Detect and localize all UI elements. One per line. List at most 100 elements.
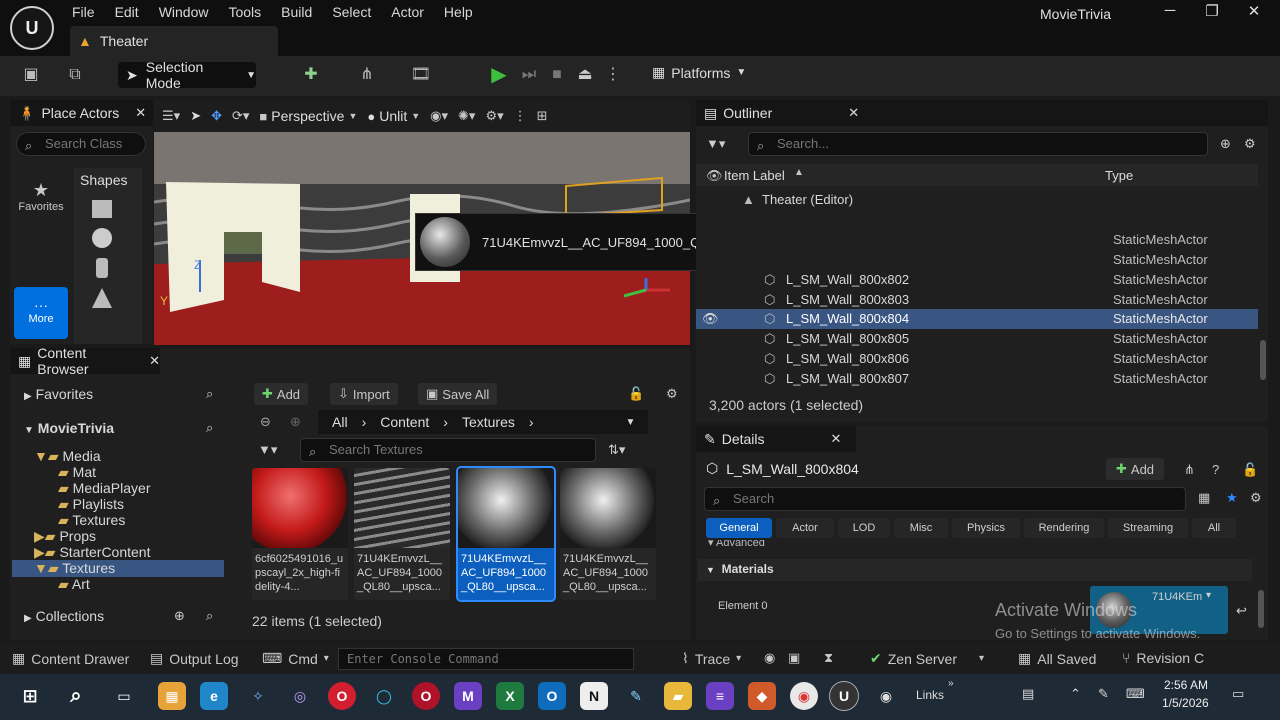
section-advanced[interactable]: ▾ Advanced bbox=[708, 540, 765, 550]
app-icon[interactable]: ✧ bbox=[244, 682, 272, 710]
close-tab-icon[interactable]: ✕ bbox=[831, 431, 842, 447]
show-flags-icon[interactable]: ◉▾ bbox=[430, 108, 448, 124]
add-button[interactable]: ✚ Add bbox=[254, 383, 309, 405]
close-tab-icon[interactable]: ✕ bbox=[848, 105, 859, 121]
menu-window[interactable]: Window bbox=[149, 2, 219, 22]
tab-rendering[interactable]: Rendering bbox=[1024, 518, 1104, 538]
collections-section[interactable]: ▶ Collections bbox=[24, 608, 104, 624]
visibility-eye-icon[interactable]: 👁 bbox=[702, 311, 719, 327]
office-icon[interactable]: ◆ bbox=[748, 682, 776, 710]
help-icon[interactable]: ? bbox=[1212, 462, 1219, 477]
store-icon[interactable]: ▦ bbox=[158, 682, 186, 710]
paint-icon[interactable]: ✎ bbox=[622, 682, 650, 710]
all-saved-indicator[interactable]: ▦ All Saved bbox=[1018, 650, 1096, 667]
menu-file[interactable]: File bbox=[62, 2, 105, 22]
realtime-icon[interactable]: ✺▾ bbox=[458, 108, 475, 124]
outliner-tab[interactable]: ▤ Outliner ✕ bbox=[696, 100, 1268, 126]
search-icon[interactable]: ⌕ bbox=[206, 386, 213, 402]
close-window-icon[interactable]: ✕ bbox=[1240, 2, 1268, 24]
cylinder-icon[interactable] bbox=[96, 258, 108, 278]
menu-select[interactable]: Select bbox=[322, 2, 381, 22]
clock-date[interactable]: 1/5/2026 bbox=[1162, 696, 1209, 710]
favorites-section[interactable]: ▶ Favorites bbox=[24, 386, 93, 402]
more-category[interactable]: ··· More bbox=[14, 287, 68, 339]
more-options-icon[interactable]: ⋮ bbox=[602, 64, 624, 86]
stop-icon[interactable]: ■ bbox=[546, 64, 568, 86]
folder-mat[interactable]: ▰ Mat bbox=[58, 464, 96, 481]
cortana-icon[interactable]: ◯ bbox=[370, 682, 398, 710]
reset-arrow-icon[interactable]: ↩ bbox=[1236, 603, 1247, 619]
outliner-row-selected[interactable]: 👁 ⬡ L_SM_Wall_800x804 StaticMeshActor bbox=[696, 309, 1258, 329]
materials-section[interactable]: ▼ Materials bbox=[698, 559, 1252, 581]
project-section[interactable]: ▼ MovieTrivia bbox=[24, 420, 114, 436]
translate-tool-icon[interactable]: ✥ bbox=[211, 108, 222, 124]
links-toolbar[interactable]: Links bbox=[916, 688, 944, 702]
trace-dropdown[interactable]: ⌇ Trace ▾ bbox=[682, 650, 741, 667]
content-drawer-button[interactable]: ▦ Content Drawer bbox=[12, 650, 129, 667]
breadcrumb-textures[interactable]: Textures bbox=[462, 414, 515, 430]
filter-icon[interactable]: ▼▾ bbox=[706, 136, 725, 152]
favorites-category[interactable]: ★ Favorites bbox=[16, 180, 66, 213]
obs-icon[interactable]: ◉ bbox=[872, 682, 900, 710]
rotate-tool-icon[interactable]: ⟳▾ bbox=[232, 108, 249, 124]
tab-actor[interactable]: Actor bbox=[776, 518, 834, 538]
tab-physics[interactable]: Physics bbox=[952, 518, 1020, 538]
unreal-logo-icon[interactable]: U bbox=[10, 6, 54, 50]
output-log-button[interactable]: ▤ Output Log bbox=[150, 650, 239, 667]
more-options-icon[interactable]: ⋮ bbox=[514, 108, 527, 124]
menu-actor[interactable]: Actor bbox=[381, 2, 434, 22]
details-scrollbar[interactable] bbox=[1258, 590, 1264, 628]
search-icon[interactable]: ⌕ bbox=[206, 420, 213, 436]
folder-startercontent[interactable]: ▶▰ StarterContent bbox=[34, 544, 151, 561]
outliner-row[interactable]: StaticMeshActor bbox=[696, 250, 1258, 270]
asset-tile[interactable]: 6cf6025491016⁣_upscayl_2x_high-fidelity-… bbox=[252, 468, 348, 600]
asset-tile-selected[interactable]: 71U4KEmvvzL__AC_UF894_1000_QL80__upsca..… bbox=[456, 466, 556, 602]
folder-playlists[interactable]: ▰ Playlists bbox=[58, 496, 124, 513]
content-icon[interactable]: ⧉ bbox=[64, 64, 86, 86]
step-icon[interactable]: ⏭ bbox=[518, 64, 540, 86]
visibility-eye-icon[interactable]: 👁 bbox=[706, 168, 723, 184]
outliner-row[interactable]: ⬡ L_SM_Wall_800x803 StaticMeshActor bbox=[696, 290, 1258, 310]
chevron-up-icon[interactable]: ⌃ bbox=[1070, 686, 1081, 702]
menu-tools[interactable]: Tools bbox=[218, 2, 271, 22]
tab-lod[interactable]: LOD bbox=[838, 518, 890, 538]
blueprint-icon[interactable]: ⋔ bbox=[356, 64, 378, 86]
breadcrumb-content[interactable]: Content bbox=[380, 414, 429, 430]
folder-textures[interactable]: ▰ Textures bbox=[58, 512, 125, 529]
zen-server-dropdown[interactable]: ✔ Zen Server ▾ bbox=[870, 650, 984, 667]
touch-keyboard-icon[interactable]: ⌨ bbox=[1126, 686, 1145, 702]
notifications-icon[interactable]: ▭ bbox=[1232, 686, 1244, 702]
settings-icon[interactable]: ⚙ bbox=[1250, 490, 1262, 506]
search-textures-input[interactable]: ⌕ Search Textures bbox=[300, 438, 596, 462]
chevron-down-icon[interactable]: ▼ bbox=[626, 417, 636, 428]
search-icon[interactable]: ⌕ bbox=[206, 608, 213, 624]
star-icon[interactable]: ★ bbox=[1226, 490, 1238, 506]
sphere-icon[interactable] bbox=[92, 228, 112, 248]
outliner-row[interactable]: ⬡ L_SM_Wall_800x807 StaticMeshActor bbox=[696, 369, 1258, 389]
add-folder-icon[interactable]: ⊕ bbox=[1220, 136, 1231, 152]
grid-view-icon[interactable]: ▦ bbox=[1198, 490, 1210, 506]
settings-icon[interactable]: ⚙ bbox=[666, 386, 678, 402]
menu-build[interactable]: Build bbox=[271, 2, 322, 22]
breadcrumb-all[interactable]: All bbox=[332, 414, 348, 430]
add-component-button[interactable]: ✚ Add bbox=[1106, 458, 1165, 480]
save-all-button[interactable]: ▣ Save All bbox=[418, 383, 498, 405]
restore-icon[interactable]: ❐ bbox=[1198, 2, 1226, 24]
edge-icon[interactable]: e bbox=[200, 682, 228, 710]
tab-general[interactable]: General bbox=[706, 518, 772, 538]
tab-all[interactable]: All bbox=[1192, 518, 1236, 538]
unreal-taskbar-icon[interactable]: U bbox=[829, 681, 859, 711]
cmd-dropdown[interactable]: ⌨ Cmd ▾ bbox=[262, 650, 329, 667]
excel-icon[interactable]: X bbox=[496, 682, 524, 710]
minimize-icon[interactable]: ─ bbox=[1156, 2, 1184, 24]
tab-misc[interactable]: Misc bbox=[894, 518, 948, 538]
chrome-icon[interactable]: ◉ bbox=[790, 682, 818, 710]
opera-icon[interactable]: O bbox=[328, 682, 356, 710]
details-tab[interactable]: ✎ Details ✕ bbox=[696, 426, 856, 452]
type-header[interactable]: Type bbox=[1105, 168, 1133, 183]
folder-props[interactable]: ▶▰ Props bbox=[34, 528, 96, 545]
cone-icon[interactable] bbox=[92, 288, 112, 308]
m365-icon[interactable]: M bbox=[454, 682, 482, 710]
close-tab-icon[interactable]: ✕ bbox=[135, 105, 146, 121]
search-icon[interactable]: ⌕ bbox=[62, 682, 90, 710]
